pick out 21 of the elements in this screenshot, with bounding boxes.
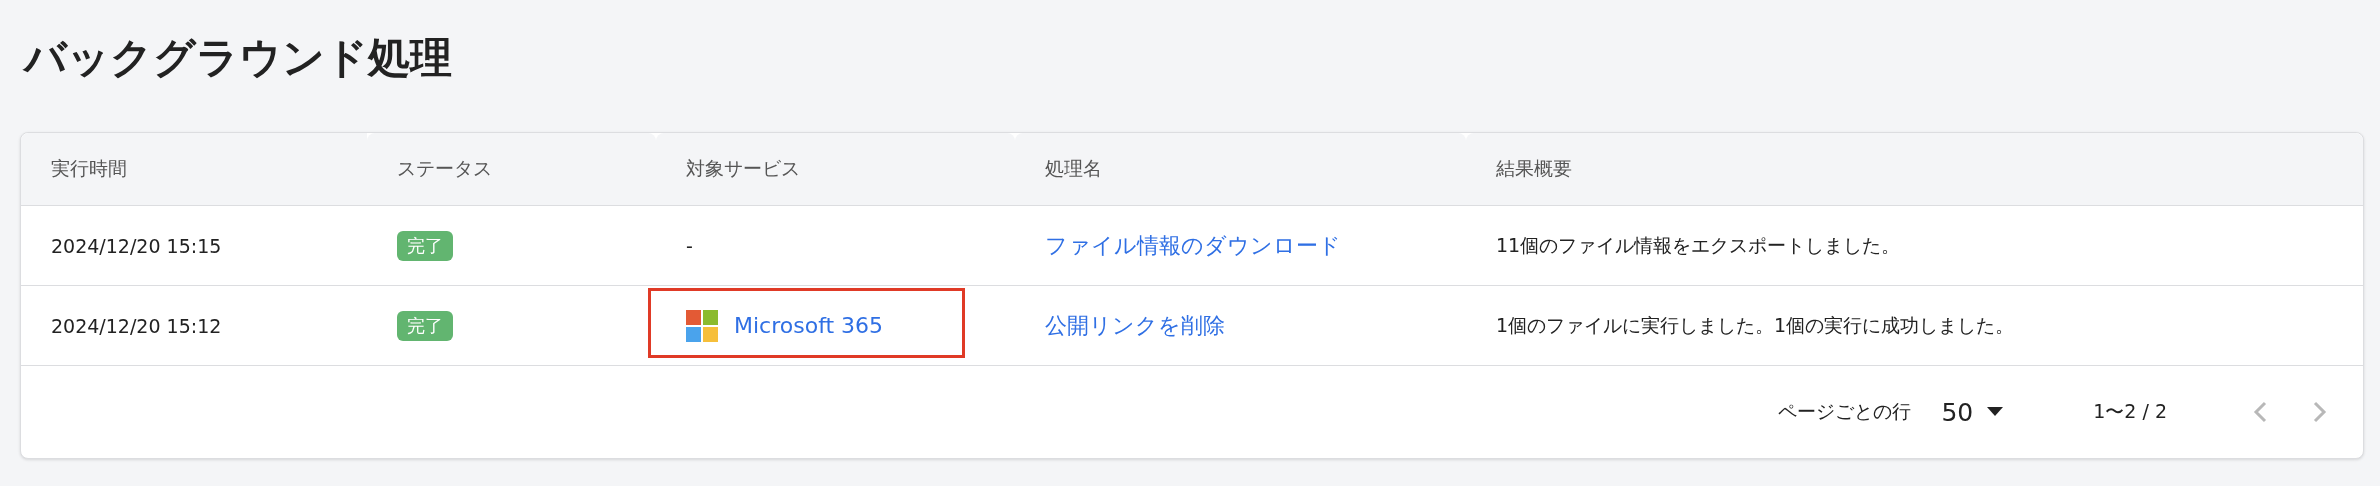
status-badge: 完了	[397, 230, 453, 261]
column-header: 処理名	[1045, 156, 1102, 181]
table-cell: 2024/12/20 15:12	[51, 314, 222, 337]
service-link[interactable]: Microsoft 365	[734, 313, 884, 338]
rows-per-page-label: ページごとの行	[1778, 399, 1912, 424]
table-cell: -	[686, 234, 693, 257]
table-cell-text: 11個のファイル情報をエクスポートしました。	[1496, 232, 1901, 258]
column-header: 対象サービス	[686, 156, 800, 181]
process-link[interactable]: 公開リンクを削除	[1045, 310, 1225, 341]
status-badge: 完了	[397, 310, 453, 341]
table-cell: 2024/12/20 15:15	[51, 234, 222, 257]
caret-down-icon	[1987, 407, 2004, 417]
process-link[interactable]: ファイル情報のダウンロード	[1045, 230, 1341, 261]
page-range: 1〜2 / 2	[2093, 399, 2167, 424]
page-title: バックグラウンド処理	[24, 32, 453, 84]
column-header: 実行時間	[51, 156, 127, 181]
windows-tiles-icon	[686, 309, 718, 342]
column-header: 結果概要	[1496, 156, 1572, 181]
table-cell-text: 1個のファイルに実行しました。1個の実行に成功しました。	[1496, 312, 2015, 338]
column-header: ステータス	[397, 156, 492, 181]
rows-per-page-select[interactable]: 50	[1941, 397, 2004, 427]
